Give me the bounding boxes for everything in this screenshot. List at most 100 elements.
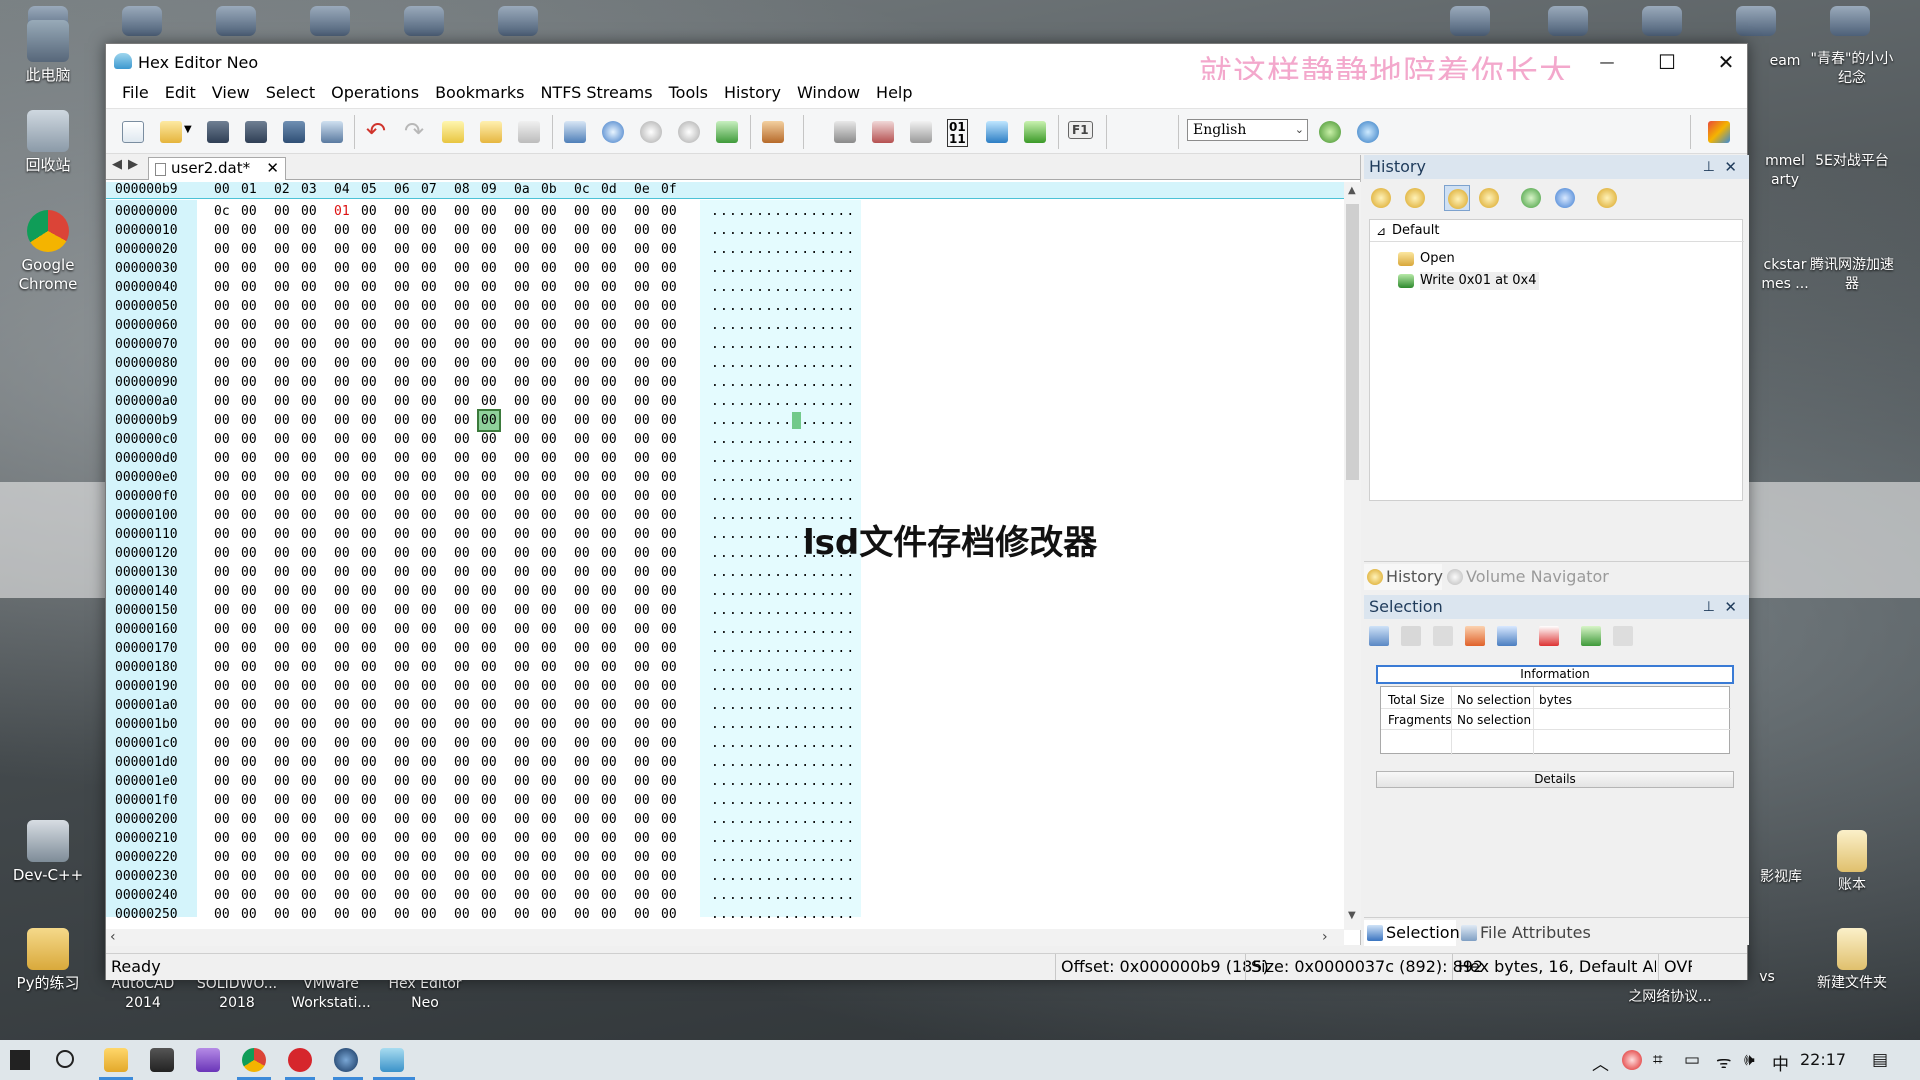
hex-byte[interactable]: 00 [214,316,230,335]
hex-byte[interactable]: 00 [634,468,650,487]
hex-byte[interactable]: 00 [214,506,230,525]
ascii-text[interactable]: ................ [711,696,855,715]
hex-byte[interactable]: 00 [541,829,557,848]
hex-byte[interactable]: 00 [481,810,497,829]
hex-byte[interactable]: 00 [301,449,317,468]
hex-byte[interactable]: 00 [421,658,437,677]
hex-byte[interactable]: 00 [394,202,410,221]
hex-byte[interactable]: 00 [241,791,257,810]
hex-byte[interactable]: 00 [634,297,650,316]
hex-byte[interactable]: 00 [394,658,410,677]
ascii-text[interactable]: ................ [711,316,855,335]
hex-byte[interactable]: 00 [361,753,377,772]
hex-byte[interactable]: 00 [481,639,497,658]
hex-byte[interactable]: 00 [661,734,677,753]
hex-byte[interactable]: 00 [214,677,230,696]
hex-byte[interactable]: 00 [214,373,230,392]
hex-byte[interactable]: 00 [394,259,410,278]
menu-ntfs-streams[interactable]: NTFS Streams [532,80,660,106]
hex-byte[interactable]: 00 [574,734,590,753]
hex-byte[interactable]: 00 [574,563,590,582]
hex-byte[interactable]: 00 [301,335,317,354]
hex-byte[interactable]: 00 [574,297,590,316]
hex-byte[interactable]: 00 [541,202,557,221]
menu-view[interactable]: View [204,80,258,106]
hex-byte[interactable]: 00 [661,373,677,392]
hex-byte[interactable]: 00 [274,791,290,810]
hex-byte[interactable]: 00 [661,715,677,734]
hex-byte[interactable]: 00 [481,202,497,221]
hex-byte[interactable]: 00 [541,734,557,753]
hex-byte[interactable]: 00 [301,373,317,392]
hex-byte[interactable]: 00 [214,221,230,240]
save-as-button[interactable] [241,117,271,147]
steam-icon[interactable] [334,1048,358,1072]
ime-indicator[interactable]: 中 [1772,1050,1789,1075]
hex-byte[interactable]: 00 [541,753,557,772]
network-icon[interactable]: ᯤ [1716,1050,1732,1073]
hex-row[interactable]: 000001f0 00 00 00 00 00 00 00 00 00 00 00 00 00 00 00 00… [106,791,866,810]
hex-byte[interactable]: 00 [214,354,230,373]
hex-byte[interactable]: 00 [361,373,377,392]
hex-byte[interactable]: 00 [334,886,350,905]
hex-byte[interactable]: 00 [514,354,530,373]
hex-byte[interactable]: 00 [574,867,590,886]
hex-byte[interactable]: 00 [574,335,590,354]
hex-row[interactable]: 00000060 00 00 00 00 00 00 00 00 00 00 00 00 00 00 00 00… [106,316,866,335]
hex-byte[interactable]: 00 [394,544,410,563]
hex-byte[interactable]: 00 [394,506,410,525]
hex-byte[interactable]: 00 [274,696,290,715]
hex-row[interactable]: 00000210 00 00 00 00 00 00 00 00 00 00 00 00 00 00 00 00… [106,829,866,848]
hex-byte[interactable]: 00 [334,753,350,772]
hex-byte[interactable]: 00 [481,297,497,316]
hex-byte[interactable]: 00 [421,392,437,411]
hex-row[interactable]: 000000f0 00 00 00 00 00 00 00 00 00 00 00 00 00 00 00 00… [106,487,866,506]
hex-byte[interactable]: 00 [241,658,257,677]
hex-byte[interactable]: 00 [241,886,257,905]
hex-byte[interactable]: 00 [394,335,410,354]
hex-byte[interactable]: 00 [301,202,317,221]
hex-byte[interactable]: 00 [301,753,317,772]
close-icon[interactable]: ✕ [1724,595,1737,619]
hex-byte[interactable]: 00 [477,409,501,432]
hex-byte[interactable]: 00 [421,430,437,449]
hex-byte[interactable]: 00 [634,734,650,753]
desktop-icon-protocol-peek[interactable]: 之网络协议... [1610,988,1730,1007]
hex-row[interactable]: 00000200 00 00 00 00 00 00 00 00 00 00 00 00 00 00 00 00… [106,810,866,829]
hex-byte[interactable]: 00 [541,620,557,639]
hex-byte[interactable]: 00 [541,905,557,924]
hex-byte[interactable]: 00 [634,506,650,525]
hex-byte[interactable]: 00 [601,658,617,677]
hex-row[interactable]: 00000190 00 00 00 00 00 00 00 00 00 00 00 00 00 00 00 00… [106,677,866,696]
select-all-button[interactable] [1366,623,1392,649]
hex-byte[interactable]: 00 [301,886,317,905]
hex-byte[interactable]: 00 [574,316,590,335]
hex-byte[interactable]: 00 [274,525,290,544]
hex-byte[interactable]: 00 [514,278,530,297]
hex-byte[interactable]: 00 [274,221,290,240]
hex-byte[interactable]: 00 [541,449,557,468]
hex-row[interactable]: 00000090 00 00 00 00 00 00 00 00 00 00 00 00 00 00 00 00… [106,373,866,392]
hex-byte[interactable]: 00 [214,639,230,658]
hex-byte[interactable]: 00 [661,867,677,886]
hex-byte[interactable]: 00 [241,601,257,620]
ascii-text[interactable]: ................ [711,240,855,259]
hex-byte[interactable]: 00 [634,335,650,354]
hex-byte[interactable]: 00 [541,221,557,240]
hex-byte[interactable]: 00 [661,354,677,373]
ascii-text[interactable]: ................ [711,867,855,886]
hex-byte[interactable]: 00 [301,221,317,240]
hex-byte[interactable]: 00 [514,525,530,544]
hex-byte[interactable]: 00 [394,639,410,658]
hex-byte[interactable]: 00 [301,259,317,278]
ascii-text[interactable]: ................ [711,373,855,392]
hex-byte[interactable]: 00 [301,525,317,544]
hex-byte[interactable]: 00 [274,430,290,449]
hex-byte[interactable]: 00 [421,563,437,582]
hex-byte[interactable]: 00 [634,487,650,506]
hex-byte[interactable]: 00 [634,316,650,335]
hex-byte[interactable]: 00 [634,848,650,867]
hex-byte[interactable]: 00 [454,696,470,715]
hex-byte[interactable]: 00 [634,563,650,582]
chevron-up-icon[interactable]: ︿ [1592,1050,1609,1075]
